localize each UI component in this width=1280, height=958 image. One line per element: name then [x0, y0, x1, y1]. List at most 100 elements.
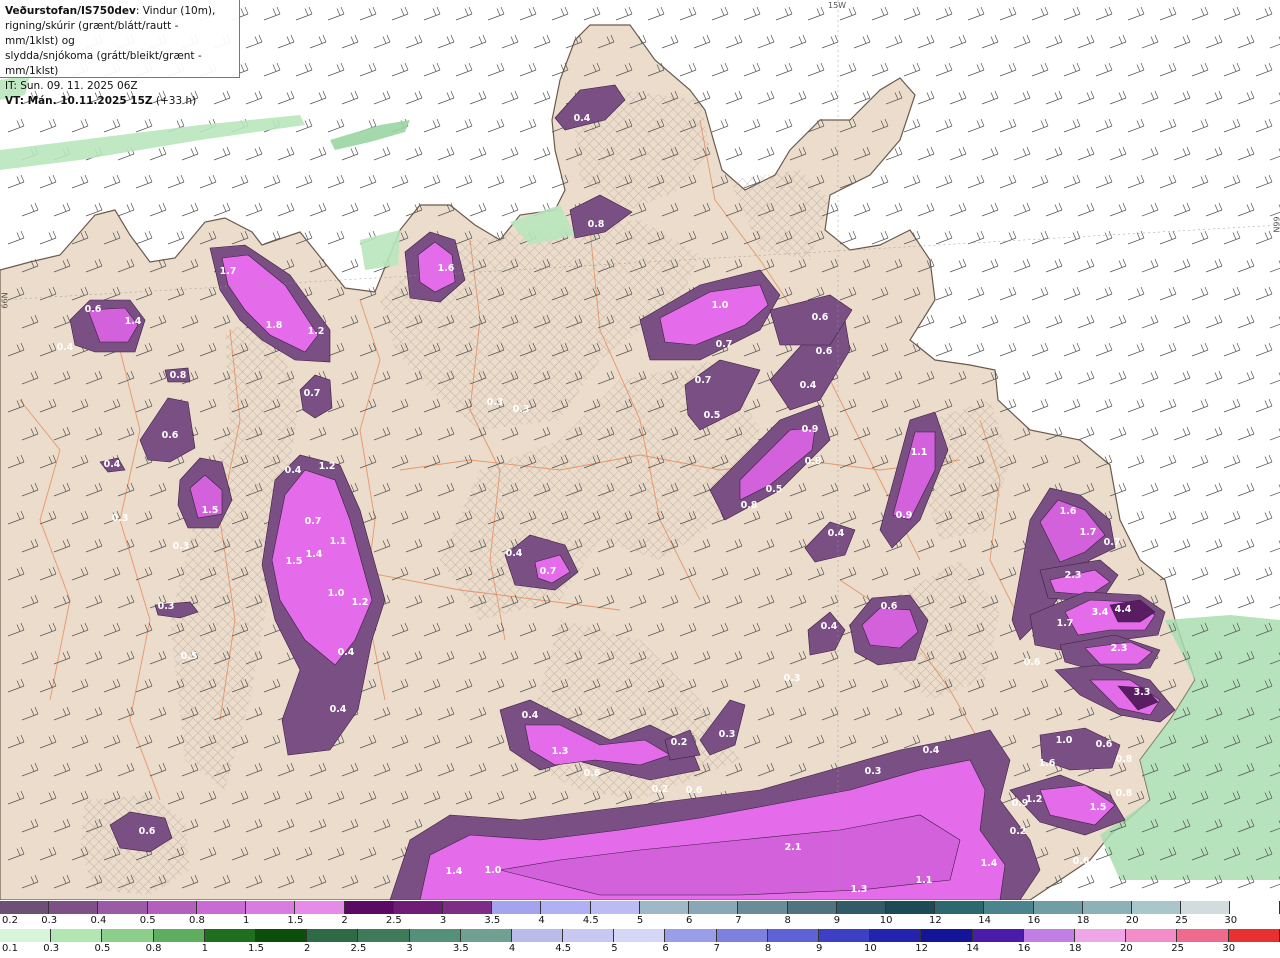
legend-level-label: 10 — [879, 915, 893, 926]
forecast-hour: (+33 h) — [152, 95, 197, 107]
precip-value-label: 0.9 — [802, 424, 819, 435]
precip-value-label: 0.3 — [173, 541, 190, 552]
precip-value-label: 0.2 — [1010, 826, 1027, 837]
legend-swatch — [541, 901, 591, 914]
precip-value-label: 1.7 — [1080, 527, 1097, 538]
precip-value-label: 0.6 — [686, 785, 703, 796]
legend-level-label: 3.5 — [452, 943, 469, 954]
legend-swatch — [409, 929, 461, 942]
precip-value-label: 1.0 — [712, 300, 729, 311]
legend-level-label: 3 — [439, 915, 447, 926]
precip-value-label: 1.3 — [851, 884, 868, 895]
precip-value-label: 0.3 — [487, 397, 504, 408]
precip-value-label: 1.6 — [1060, 506, 1077, 517]
legend-swatch — [885, 901, 936, 914]
valid-time-line: VT: Mán. 10.11.2025 15Z (+33 h) — [5, 94, 234, 109]
legend-level-label: 2 — [341, 915, 348, 926]
legend-level-label: 1 — [242, 915, 250, 926]
precip-value-label: 0.2 — [652, 784, 669, 795]
precip-value-label: 0.6 — [162, 430, 179, 441]
legend-swatch — [307, 929, 359, 942]
legend-level-label: 18 — [1076, 915, 1090, 926]
precip-value-label: 0.5 — [704, 410, 721, 421]
precip-value-label: 0.8 — [741, 500, 758, 511]
precip-value-label: 3.4 — [1092, 607, 1109, 618]
legend-level-label: 4 — [538, 915, 545, 926]
legend-level-label: 1.5 — [248, 943, 264, 954]
snow-legend-labels: 0.2 0.3 0.4 0.5 0.8 1 1.5 2 2.5 3 3.5 4 4.5 5 6 7 8 9 10 12… — [0, 915, 1280, 930]
legend-swatch — [344, 901, 394, 914]
precip-value-label: 0.6 — [881, 601, 898, 612]
legend-swatch — [1074, 929, 1127, 942]
precip-value-label: 0.6 — [816, 346, 833, 357]
precip-value-label: 1.1 — [330, 536, 347, 547]
legend-swatch — [819, 929, 871, 942]
legend-level-label: 0.4 — [90, 915, 107, 926]
legend-level-label: 25 — [1171, 943, 1184, 954]
legend-level-label: 0.8 — [188, 915, 205, 926]
legend-level-label: 16 — [1027, 915, 1041, 926]
legend-level-label: 0.3 — [41, 915, 58, 926]
precip-value-label: 0.8 — [1116, 754, 1133, 765]
legend-level-label: 14 — [978, 915, 991, 926]
precip-value-label: 0.4 — [338, 647, 355, 658]
legend-level-label: 0.3 — [43, 943, 60, 954]
precip-value-label: 0.5 — [181, 651, 198, 662]
precip-value-label: 0.4 — [57, 342, 74, 353]
legend-level-label: 4 — [508, 943, 516, 954]
legend-level-label: 20 — [1125, 915, 1139, 926]
precip-value-label: 3.3 — [1134, 687, 1151, 698]
precip-value-label: 1.2 — [352, 597, 369, 608]
precip-value-label: 0.3 — [865, 766, 882, 777]
precip-value-label: 0.6 — [812, 312, 829, 323]
initial-time: IT: Sun. 09. 11. 2025 06Z — [5, 80, 138, 92]
forecast-map: 0.40.81.61.71.81.20.61.40.40.80.70.60.41… — [0, 0, 1280, 900]
precip-value-label: 0.4 — [821, 621, 838, 632]
precip-value-label: 2.3 — [1111, 643, 1128, 654]
legend-swatch — [590, 901, 640, 914]
legend-swatch — [1230, 901, 1280, 914]
legend-level-label: 14 — [966, 943, 980, 954]
precip-value-label: 1.2 — [308, 326, 325, 337]
precip-value-label: 1.4 — [125, 316, 142, 327]
title-line-3: slydda/snjókoma (grátt/bleikt/grænt - mm… — [5, 50, 202, 77]
precip-value-label: 0.4 — [574, 113, 591, 124]
precip-value-label: 1.6 — [1039, 758, 1056, 769]
legend-swatch — [614, 929, 666, 942]
legend-swatch — [870, 929, 922, 942]
legend-level-label: 2 — [304, 943, 311, 954]
precip-value-label: 1.5 — [286, 556, 303, 567]
rain-legend-bar: 0.1 0.3 0.5 0.8 1 1.5 2 2.5 3 3.5 4 4.5 5 6 7 8 9 10 12 14 1… — [0, 929, 1280, 958]
legend-level-label: 7 — [713, 943, 720, 954]
precip-value-label: 0.9 — [1012, 798, 1029, 809]
legend-level-label: 9 — [833, 915, 841, 926]
precip-value-label: 1.6 — [438, 263, 455, 274]
precip-value-label: 0.6 — [584, 768, 601, 779]
legend-swatch — [255, 929, 308, 942]
precip-value-label: 1.5 — [1090, 802, 1107, 813]
precip-value-label: 2.3 — [1065, 570, 1082, 581]
legend-level-label: 7 — [735, 915, 742, 926]
precip-value-label: 0.4 — [104, 459, 121, 470]
legend-swatch — [1228, 929, 1280, 942]
legend-level-label: 9 — [816, 943, 823, 954]
precip-value-label: 1.0 — [328, 588, 345, 599]
valid-time: VT: Mán. 10.11.2025 15Z — [5, 95, 153, 107]
legend-swatch — [0, 901, 50, 914]
legend-level-label: 0.2 — [2, 915, 18, 926]
legend-swatch — [1082, 901, 1133, 914]
legend-swatch — [102, 929, 154, 942]
precip-value-label: 0.4 — [522, 710, 539, 721]
legend-swatch — [1132, 901, 1182, 914]
legend-level-label: 3 — [406, 943, 413, 954]
legend-level-label: 12 — [915, 943, 928, 954]
longitude-label: 15W — [828, 1, 847, 10]
legend-level-label: 0.1 — [2, 943, 18, 954]
legend-level-label: 5 — [636, 915, 644, 926]
precip-value-label: 0.8 — [588, 219, 605, 230]
legend-swatch — [51, 929, 103, 942]
legend-level-label: 8 — [764, 943, 772, 954]
legend-swatch — [1126, 929, 1178, 942]
precip-value-label: 0.6 — [85, 304, 102, 315]
precip-value-label: 0.7 — [304, 388, 321, 399]
